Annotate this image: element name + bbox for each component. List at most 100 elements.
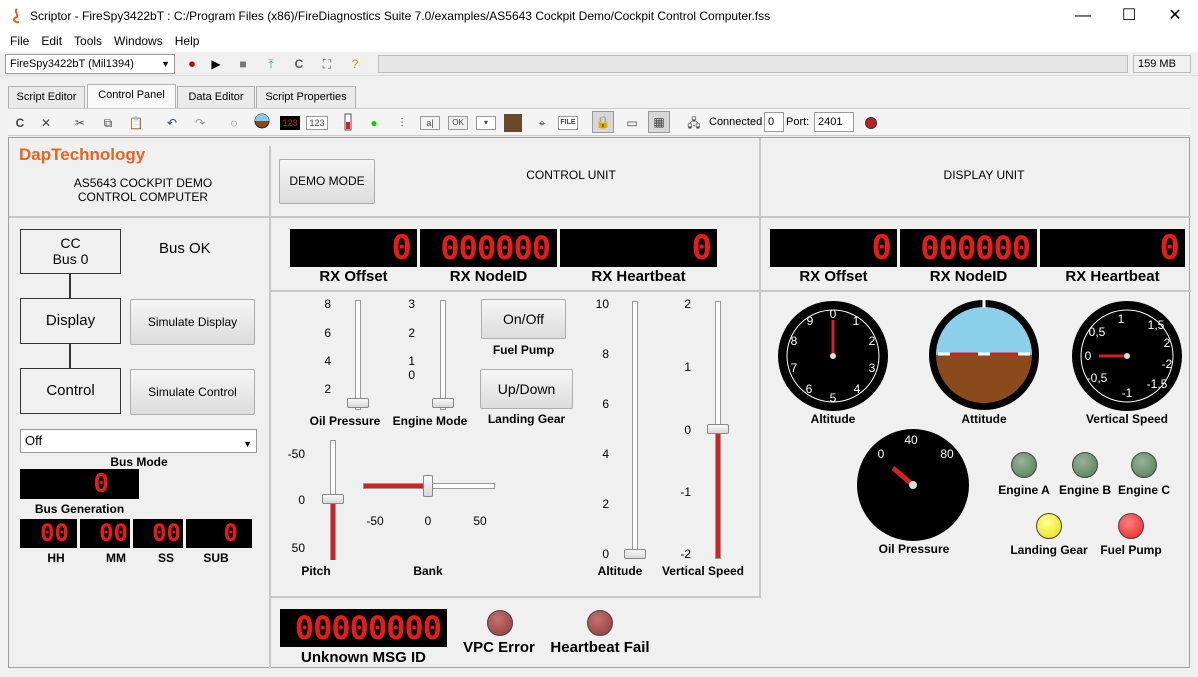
altitude-gauge-number: 4 xyxy=(854,382,861,396)
led-tool-icon[interactable]: ● xyxy=(364,113,384,133)
delete-icon[interactable]: ✕ xyxy=(36,113,56,133)
divider xyxy=(759,138,761,598)
progress-bar xyxy=(378,55,1128,73)
help-icon[interactable]: ? xyxy=(345,54,365,74)
port-field[interactable]: 2401 xyxy=(814,112,854,132)
altitude-gauge-hub xyxy=(830,353,836,359)
app-subtitle: AS5643 COCKPIT DEMO CONTROL COMPUTER xyxy=(73,176,213,204)
display-rx-heartbeat-display: 0 xyxy=(1040,229,1185,267)
network-icon[interactable]: 🖧 xyxy=(684,113,704,133)
simulate-display-button[interactable]: Simulate Display xyxy=(130,299,255,345)
oil-pressure-label: Oil Pressure xyxy=(309,414,381,428)
connector-line xyxy=(69,344,71,368)
copy-icon[interactable]: ⧉ xyxy=(98,113,118,133)
menu-file[interactable]: File xyxy=(4,32,35,50)
bank-slider-fill xyxy=(364,484,429,488)
bar-tool-icon[interactable] xyxy=(338,113,358,133)
oil-pressure-gauge-label: Oil Pressure xyxy=(878,542,950,556)
time-mm-display: 00 xyxy=(80,519,130,548)
upload-icon[interactable]: ⤒ xyxy=(261,54,281,74)
simulate-control-button[interactable]: Simulate Control xyxy=(130,369,255,415)
oil-scale-tick: 6 xyxy=(324,326,331,340)
vertical-speed-slider-thumb[interactable] xyxy=(707,424,729,434)
landing-gear-indicator-label: Landing Gear xyxy=(1010,543,1088,557)
tab-script-editor[interactable]: Script Editor xyxy=(8,86,85,108)
lock-icon[interactable]: 🔒 xyxy=(592,111,614,133)
pitch-slider-thumb[interactable] xyxy=(322,494,344,504)
vs-gauge-number: -0,5 xyxy=(1087,371,1108,385)
combo-tool-icon[interactable]: ▾ xyxy=(476,116,496,130)
numeric-tool-icon[interactable]: 123 xyxy=(306,116,328,130)
record-icon[interactable]: ⏺ xyxy=(182,54,202,74)
unknown-msg-id-label: Unknown MSG ID xyxy=(301,649,426,666)
attitude-gauge xyxy=(929,298,1039,410)
menu-edit[interactable]: Edit xyxy=(35,32,68,50)
play-icon[interactable]: ▶ xyxy=(206,54,226,74)
vs-gauge-number: -2 xyxy=(1162,357,1173,371)
stop-icon[interactable]: ■ xyxy=(233,54,253,74)
label-tool-icon[interactable]: a| xyxy=(420,116,440,130)
fuel-pump-toggle-button[interactable]: On/Off xyxy=(481,299,566,339)
engine-scale-tick: 2 xyxy=(408,326,415,340)
cut-icon[interactable]: ✂ xyxy=(70,113,90,133)
clear-panel-icon[interactable]: C xyxy=(10,113,30,133)
redo-icon[interactable]: ↷ xyxy=(190,113,210,133)
close-button[interactable]: ✕ xyxy=(1152,0,1198,32)
bank-slider-thumb[interactable] xyxy=(423,475,433,497)
tab-data-editor[interactable]: Data Editor xyxy=(177,86,255,108)
menu-windows[interactable]: Windows xyxy=(108,32,169,50)
fit-icon[interactable]: ⛶ xyxy=(317,54,337,74)
oil-pressure-slider-thumb[interactable] xyxy=(347,398,369,408)
vs-scale-tick: 1 xyxy=(684,360,691,374)
undo-icon[interactable]: ↶ xyxy=(162,113,182,133)
tab-script-properties[interactable]: Script Properties xyxy=(256,86,356,108)
bus-mode-select[interactable]: Off ▼ xyxy=(20,429,257,453)
time-mm-label: MM xyxy=(106,551,126,565)
paste-icon[interactable]: 📋 xyxy=(126,113,146,133)
engine-mode-slider-thumb[interactable] xyxy=(432,398,454,408)
main-toolbar: FireSpy3422bT (Mil1394) ▼ ⏺ ▶ ■ ⤒ C ⛶ ? 1… xyxy=(0,52,1198,76)
lcd-tool-icon[interactable]: 123 xyxy=(280,116,300,130)
slider-tool-icon[interactable]: ⫶ xyxy=(392,113,412,133)
vertical-speed-slider-fill xyxy=(716,428,720,558)
demo-mode-button[interactable]: DEMO MODE xyxy=(279,159,375,204)
engine-mode-slider-track[interactable] xyxy=(440,300,446,410)
bus-generation-display: 0 xyxy=(20,469,139,499)
minimize-button[interactable]: — xyxy=(1060,0,1106,32)
window-title: Scriptor - FireSpy3422bT : C:/Program Fi… xyxy=(30,9,771,23)
control-rx-offset-label: RX Offset xyxy=(319,268,388,285)
maximize-button[interactable]: ☐ xyxy=(1106,0,1152,32)
clear-icon[interactable]: C xyxy=(289,54,309,74)
menu-help[interactable]: Help xyxy=(169,32,206,50)
display-rx-offset-display: 0 xyxy=(770,229,897,267)
landing-gear-toggle-button[interactable]: Up/Down xyxy=(480,369,573,409)
altitude-slider-track[interactable] xyxy=(632,301,638,559)
connected-field[interactable]: 0 xyxy=(764,112,784,132)
menu-bar: File Edit Tools Windows Help xyxy=(0,32,1198,52)
ruler-icon[interactable]: ▭ xyxy=(622,113,642,133)
heartbeat-fail-label: Heartbeat Fail xyxy=(550,639,650,656)
oil-gauge-number: 0 xyxy=(878,447,885,461)
gauge-tool-icon[interactable]: ◌ xyxy=(224,113,244,133)
device-select[interactable]: FireSpy3422bT (Mil1394) ▼ xyxy=(5,54,175,74)
oil-pressure-slider-track[interactable] xyxy=(355,300,361,410)
oil-gauge-hub xyxy=(909,481,917,489)
pitch-slider-fill xyxy=(331,500,335,560)
oil-scale-tick: 4 xyxy=(324,354,331,368)
image-tool-icon[interactable] xyxy=(504,114,522,132)
button-tool-icon[interactable]: OK xyxy=(448,116,468,130)
altitude-slider-thumb[interactable] xyxy=(624,549,646,559)
altitude-gauge-number: 2 xyxy=(869,334,876,348)
bus-mode-value: Off xyxy=(25,433,43,448)
attitude-tool-icon[interactable] xyxy=(252,113,272,133)
tag-tool-icon[interactable]: ⌖ xyxy=(532,113,552,133)
tab-control-panel[interactable]: Control Panel xyxy=(87,84,176,109)
altitude-gauge-number: 9 xyxy=(807,314,814,328)
file-tool-icon[interactable]: FILE xyxy=(558,116,578,130)
menu-tools[interactable]: Tools xyxy=(68,32,108,50)
connection-status-icon[interactable] xyxy=(865,117,877,129)
grid-icon[interactable]: ▦ xyxy=(648,111,670,133)
bank-scale-tick: -50 xyxy=(366,514,384,528)
bus-status: Bus OK xyxy=(159,240,211,257)
altitude-gauge-number: 7 xyxy=(791,361,798,375)
